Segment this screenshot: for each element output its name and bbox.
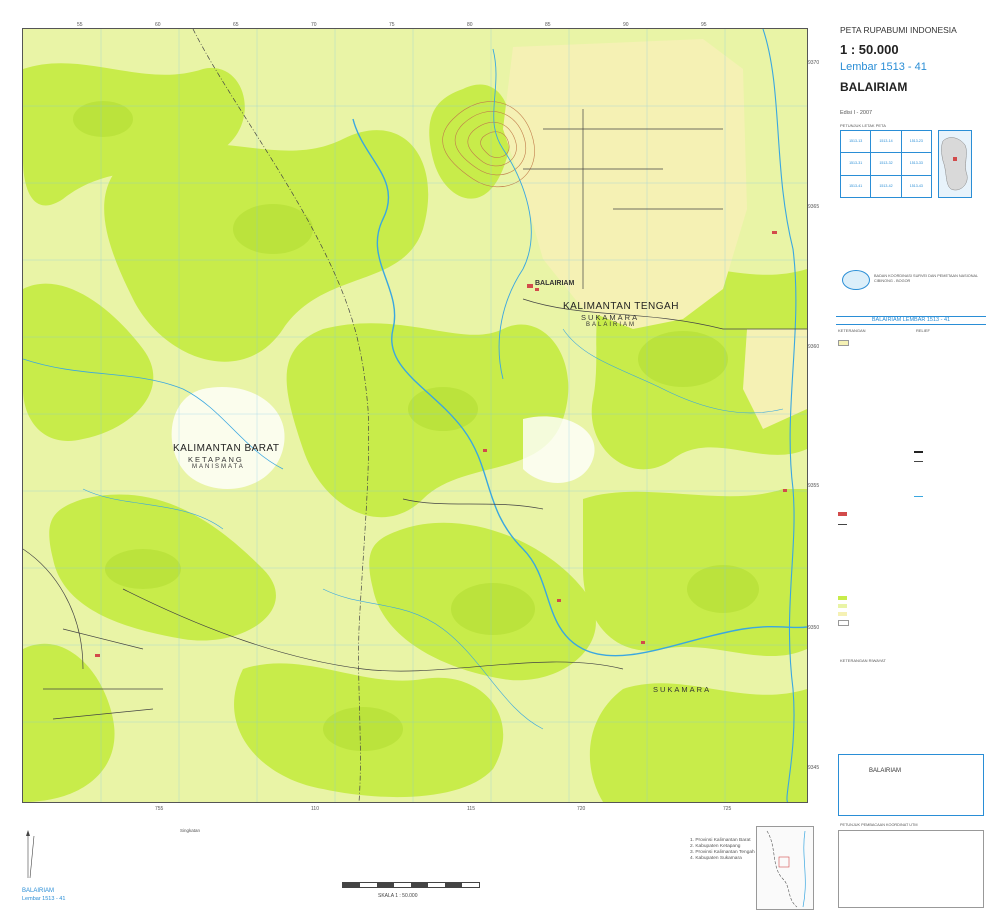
location-cell: 1513-43 xyxy=(901,175,931,197)
place-index-name: BALAIRIAM xyxy=(869,768,902,774)
grid-label: 9365 xyxy=(808,204,820,210)
location-cell-current: 1513-32 xyxy=(870,152,902,176)
grid-labels-right: 9370 9365 9360 9355 9350 9345 xyxy=(808,28,822,801)
bottom-sheet-number: Lembar 1513 - 41 xyxy=(22,896,66,902)
grid-label: 9360 xyxy=(808,344,820,350)
legend-swatch xyxy=(838,524,847,525)
grid-label: 85 xyxy=(545,22,551,28)
grid-label: 9355 xyxy=(808,483,820,489)
edition-label: Edisi I - 2007 xyxy=(840,110,873,116)
legend-symbols xyxy=(838,336,984,656)
place-label-balairiam: BALAIRIAM xyxy=(535,280,575,287)
declination-title: PETUNJUK PEMBACAAN KOORDINAT UTM xyxy=(840,823,918,827)
province-label-kalteng: KALIMANTAN TENGAH xyxy=(563,301,679,312)
sheet-name: BALAIRIAM xyxy=(840,80,908,94)
grid-label: 65 xyxy=(233,22,239,28)
side-panel: PETA RUPABUMI INDONESIA 1 : 50.000 Lemba… xyxy=(836,20,986,910)
location-cell: 1513-14 xyxy=(871,131,901,153)
location-cell: 1513-23 xyxy=(901,131,931,153)
admin-boundary-icon xyxy=(766,830,806,908)
location-cell: 1513-41 xyxy=(841,175,871,197)
region-item: 4. Kabupaten Sukamara xyxy=(690,856,742,861)
grid-label: 755 xyxy=(155,806,164,812)
grid-label: 110 xyxy=(311,806,319,812)
grid-label: 70 xyxy=(311,22,317,28)
agency-text: BADAN KOORDINASI SURVEI DAN PEMETAAN NAS… xyxy=(874,274,978,284)
grid-label: 9345 xyxy=(808,765,820,771)
grid-label: 90 xyxy=(623,22,629,28)
district-label-manismata: MANISMATA xyxy=(192,464,245,470)
island-outline-icon xyxy=(941,137,968,191)
grid-label: 720 xyxy=(577,806,586,812)
legend-swatch xyxy=(838,612,847,616)
grid-label: 80 xyxy=(467,22,473,28)
relief-title: RELIEF xyxy=(916,328,931,333)
legend-swatch xyxy=(838,512,847,516)
sheet-banner: BALAIRIAM LEMBAR 1513 - 41 xyxy=(836,316,986,325)
grid-labels-bottom: 755 110 115 720 725 xyxy=(22,806,806,812)
scale-text: SKALA 1 : 50.000 xyxy=(378,893,418,899)
grid-label: 9370 xyxy=(808,60,820,66)
sheet-number: Lembar 1513 - 41 xyxy=(840,61,927,73)
legend-title: KETERANGAN xyxy=(838,328,866,333)
map-frame[interactable]: BALAIRIAM KALIMANTAN TENGAH SUKAMARA BAL… xyxy=(22,28,808,803)
location-cell: 1513-42 xyxy=(871,175,901,197)
grid-labels-top: 55 60 65 70 75 80 85 90 95 xyxy=(22,22,806,28)
location-cell: 1513-33 xyxy=(901,153,931,175)
agency-line: CIBINONG - BOGOR xyxy=(874,279,911,283)
region-list: 1. Provinsi Kalimantan Barat 2. Kabupate… xyxy=(690,838,755,862)
legend-swatch xyxy=(838,596,847,600)
legend-swatch xyxy=(914,496,923,497)
location-index-title: PETUNJUK LETAK PETA xyxy=(840,123,886,128)
grid-label: 95 xyxy=(701,22,707,28)
location-cell: 1513-13 xyxy=(841,131,871,153)
scale-title: 1 : 50.000 xyxy=(840,42,899,57)
series-title: PETA RUPABUMI INDONESIA xyxy=(840,25,957,35)
district-label-balairiam: BALAIRIAM xyxy=(586,322,637,328)
grid-label: 60 xyxy=(155,22,161,28)
legend-swatch xyxy=(914,461,923,462)
coordinate-reading-box xyxy=(838,830,984,908)
bottom-sheet-name: BALAIRIAM xyxy=(22,888,55,894)
legend-swatch xyxy=(838,604,847,608)
regency-label-ketapang: KETAPANG xyxy=(188,455,244,464)
legend-swatch xyxy=(838,620,849,626)
regency-label-sukamara: SUKAMARA xyxy=(581,313,640,322)
legend-swatch xyxy=(914,451,923,453)
grid-label: 55 xyxy=(77,22,83,28)
admin-inset-map xyxy=(756,826,814,910)
regency-label-sukamara-se: SUKAMARA xyxy=(653,685,712,694)
abbreviations-title: Singkatan xyxy=(180,828,201,833)
north-arrow-icon xyxy=(24,830,38,880)
province-label-kalbar: KALIMANTAN BARAT xyxy=(173,443,280,454)
legend-swatch xyxy=(838,340,849,346)
grid-label: 115 xyxy=(467,806,475,812)
place-index-box: BALAIRIAM xyxy=(838,754,984,816)
grid-label: 9350 xyxy=(808,625,820,631)
notes-title: KETERANGAN RIWAYAT xyxy=(840,658,886,663)
location-index-grid: 1513-13 1513-14 1513-23 1513-31 1513-32 … xyxy=(840,130,932,198)
agency-logo xyxy=(842,270,870,290)
grid-label: 725 xyxy=(723,806,732,812)
location-cell: 1513-31 xyxy=(841,153,871,175)
grid-label: 75 xyxy=(389,22,395,28)
scale-bar xyxy=(342,882,480,888)
overview-inset-map xyxy=(938,130,972,198)
